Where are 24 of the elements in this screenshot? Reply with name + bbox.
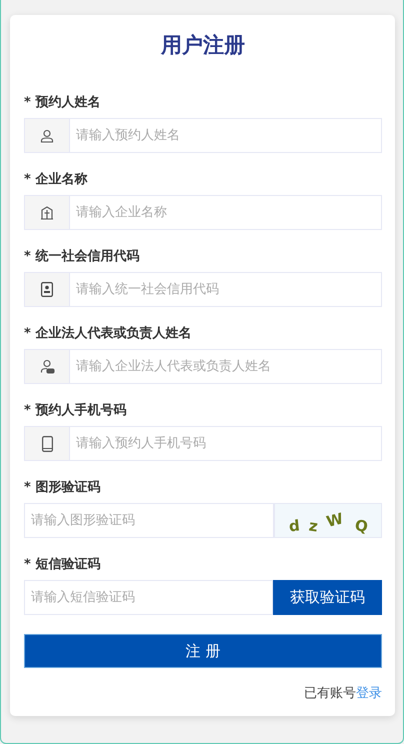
input-field[interactable]: 请输入统一社会信用代码 — [69, 272, 382, 307]
input-field[interactable]: 请输入企业名称 — [69, 195, 382, 230]
input-field[interactable]: 请输入企业法人代表或负责人姓名 — [69, 349, 382, 384]
captcha-image[interactable]: d z W Q — [274, 503, 382, 538]
field-label: * 预约人姓名 — [24, 94, 102, 111]
input-field[interactable]: 请输入短信验证码 — [24, 580, 273, 615]
form-title: 用户注册 — [160, 32, 246, 59]
person-icon — [40, 128, 54, 142]
field-label: * 企业法人代表或负责人姓名 — [24, 324, 192, 342]
input-field[interactable]: 请输入预约人手机号码 — [69, 426, 382, 461]
id-card-icon — [41, 282, 53, 297]
person-icon — [40, 359, 54, 374]
field-label: * 短信验证码 — [24, 556, 102, 573]
building-icon — [40, 206, 54, 220]
login-prompt: 已有账号 — [304, 685, 356, 702]
field-label: * 预约人手机号码 — [24, 402, 128, 419]
phone-icon — [42, 436, 52, 452]
field-label: * 企业名称 — [24, 171, 88, 188]
input-field[interactable]: 请输入预约人姓名 — [69, 118, 382, 153]
input-field[interactable]: 请输入图形验证码 — [24, 503, 274, 538]
get-code-button[interactable]: 获取验证码 — [273, 580, 382, 615]
field-label: * 图形验证码 — [24, 479, 102, 496]
register-button[interactable]: 注 册 — [24, 634, 382, 668]
field-label: * 统一社会信用代码 — [24, 248, 140, 265]
